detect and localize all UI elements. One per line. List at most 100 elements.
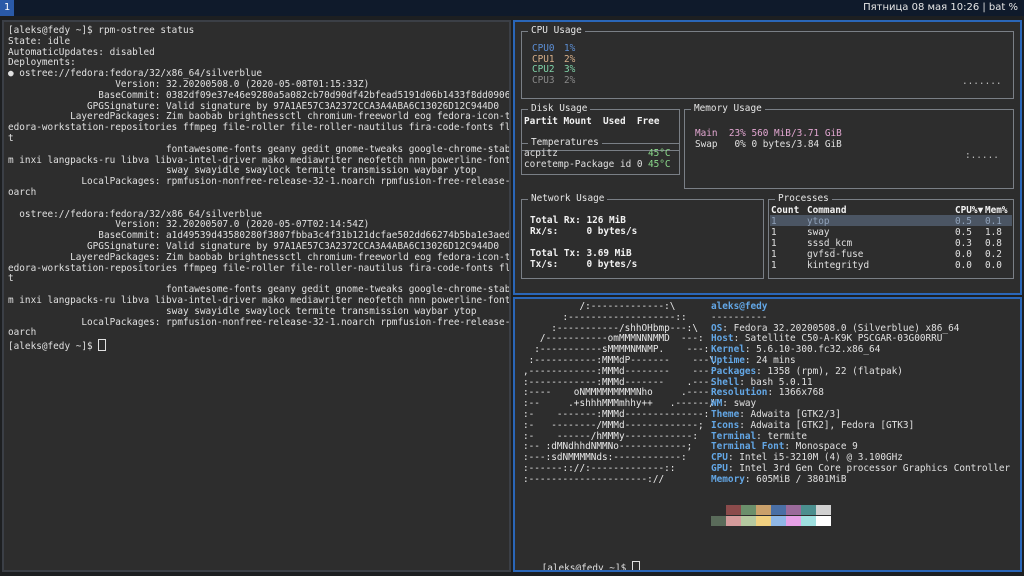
temperature-value: 45°C: [648, 148, 671, 159]
workspace-1-button[interactable]: 1: [0, 0, 14, 16]
left-terminal-window[interactable]: [aleks@fedy ~]$ rpm-ostree status State: …: [2, 20, 511, 572]
terminal-line: [aleks@fedy ~]$: [8, 339, 509, 352]
palette-swatch: [711, 505, 726, 515]
disk-header: Partit Mount Used Free: [524, 116, 660, 127]
terminal-line: BaseCommit: 0382df09e37e46e9280a5a082cb7…: [8, 89, 511, 101]
info-colon: :: [739, 376, 751, 388]
ytop-window[interactable]: CPU Usage CPU0 1% CPU1 2% CPU2 3% CPU3 2% .....…: [513, 20, 1022, 295]
temperatures-panel: Temperatures acpitz 45°C coretemp-Package …: [521, 137, 680, 175]
temperature-label: coretemp-Package id 0: [524, 158, 643, 170]
temperature-label: acpitz: [524, 148, 558, 159]
terminal-line: [aleks@fedy ~]$ rpm-ostree status: [8, 25, 195, 36]
info-key: Kernel: [711, 344, 745, 356]
network-rx-rate: Rx/s: 0 bytes/s: [530, 226, 638, 237]
info-colon: :: [739, 408, 751, 420]
cpu-usage-panel: CPU Usage CPU0 1% CPU1 2% CPU2 3% CPU3 2% .....…: [521, 25, 1014, 99]
palette-swatch: [756, 505, 771, 515]
info-value: 605MiB / 3801MiB: [756, 473, 847, 485]
network-usage-title: Network Usage: [528, 193, 608, 204]
memory-main: Main 23% 560 MiB/3.71 GiB: [695, 128, 842, 139]
info-colon: :: [739, 419, 751, 431]
info-colon: :: [767, 387, 779, 399]
neofetch-prompt-line[interactable]: [aleks@fedy ~]$: [519, 550, 640, 572]
info-row: Memory: 605MiB / 3801MiB: [711, 473, 1010, 486]
left-terminal-output: [aleks@fedy ~]$ rpm-ostree status State: …: [8, 25, 511, 352]
palette-swatch: [816, 505, 831, 515]
info-key: OS: [711, 322, 723, 334]
palette-swatch: [741, 505, 756, 515]
cpu-label: CPU3: [532, 74, 555, 86]
info-key: Icons: [711, 419, 740, 431]
info-colon: :: [756, 365, 768, 377]
info-value: Adwaita [GTK2], Fedora [GTK3]: [750, 419, 915, 431]
info-key: Shell: [711, 376, 740, 388]
info-value: sway: [733, 398, 757, 410]
palette-swatch: [801, 516, 816, 526]
neofetch-info: aleks@fedy ---------- OS: Fedora 32.2020…: [711, 301, 1011, 486]
palette-swatch: [786, 505, 801, 515]
info-value: 24 mins: [756, 354, 796, 366]
info-key: Packages: [711, 365, 757, 377]
logo-line: :---------------------://: [523, 473, 665, 485]
info-key: CPU: [711, 452, 728, 464]
info-value: termite: [767, 430, 807, 442]
process-cell: kintegrityd: [807, 260, 870, 271]
info-colon: :: [744, 344, 757, 356]
terminal-line: LayeredPackages: Zim baobab brightnessct…: [8, 251, 511, 263]
info-key: Memory: [711, 473, 745, 485]
palette-swatch: [741, 516, 756, 526]
memory-graph: :.....: [965, 150, 999, 161]
terminal-line: State: idle: [8, 35, 71, 47]
logo-line: :- --------/MMMd-------------;: [523, 419, 704, 431]
terminal-line: edora-workstation-repositories ffmpeg fi…: [8, 262, 511, 274]
network-tx-rate: Tx/s: 0 bytes/s: [530, 259, 638, 270]
info-value: 1358 (rpm), 22 (flatpak): [767, 365, 903, 377]
info-colon: :: [744, 354, 757, 366]
palette-swatch: [711, 516, 726, 526]
palette-swatch: [801, 505, 816, 515]
info-colon: :: [722, 398, 734, 410]
neofetch-prompt: [aleks@fedy ~]$: [541, 563, 632, 572]
info-key: WM: [711, 398, 723, 410]
status-text: Пятница 08 мая 10:26 | bat %: [863, 2, 1018, 13]
palette-swatch: [816, 516, 831, 526]
info-value: Intel i5-3210M (4) @ 3.100GHz: [739, 452, 903, 464]
temperatures-title: Temperatures: [528, 137, 602, 148]
info-colon: :: [756, 430, 768, 442]
palette-swatch: [771, 516, 786, 526]
info-value: 1366x768: [778, 387, 824, 399]
cpu-label: CPU1: [532, 53, 555, 65]
info-key: Terminal Font: [711, 441, 785, 453]
network-usage-panel: Network Usage Total Rx: 126 MiB Rx/s: 0 …: [521, 193, 764, 279]
network-rx-total: Total Rx: 126 MiB: [530, 215, 626, 226]
process-cell: 0.0: [985, 260, 1002, 271]
info-value: Satellite C50-A-K9K PSCGAR-03G00RRU: [744, 333, 943, 345]
cpu-value: 2%: [564, 53, 576, 65]
terminal-line: fontawesome-fonts geany gedit gnome-twea…: [8, 143, 511, 155]
info-value: 5.6.10-300.fc32.x86_64: [756, 344, 881, 356]
info-value: Intel 3rd Gen Core processor Graphics Co…: [739, 462, 1011, 474]
info-value: bash 5.0.11: [750, 376, 813, 388]
terminal-line: edora-workstation-repositories ffmpeg fi…: [8, 122, 511, 134]
network-tx-total: Total Tx: 3.69 MiB: [530, 248, 632, 259]
palette-swatch: [786, 516, 801, 526]
cpu-label: CPU2: [532, 64, 555, 75]
info-key: Theme: [711, 408, 740, 420]
info-colon: :: [727, 462, 740, 474]
cursor: [631, 561, 640, 570]
cpu-value: 3%: [564, 64, 576, 75]
terminal-line: sway swayidle swaylock termite transmiss…: [8, 305, 477, 317]
cpu-graph: .......: [962, 76, 1002, 87]
memory-usage-panel: Memory Usage Main 23% 560 MiB/3.71 GiB S…: [684, 103, 1014, 189]
info-key: Terminal: [711, 430, 757, 442]
neofetch-logo: /:-------------:\ :-------------------::…: [523, 301, 715, 486]
neofetch-terminal-window[interactable]: /:-------------:\ :-------------------::…: [513, 297, 1022, 572]
cursor: [98, 339, 107, 352]
terminal-line: AutomaticUpdates: disabled: [8, 46, 155, 58]
cpu-value: 1%: [564, 43, 576, 54]
top-bar: 1 Пятница 08 мая 10:26 | bat %: [0, 0, 1024, 16]
palette-swatch: [726, 516, 741, 526]
processes-title: Processes: [775, 193, 832, 204]
info-colon: :: [722, 322, 734, 334]
